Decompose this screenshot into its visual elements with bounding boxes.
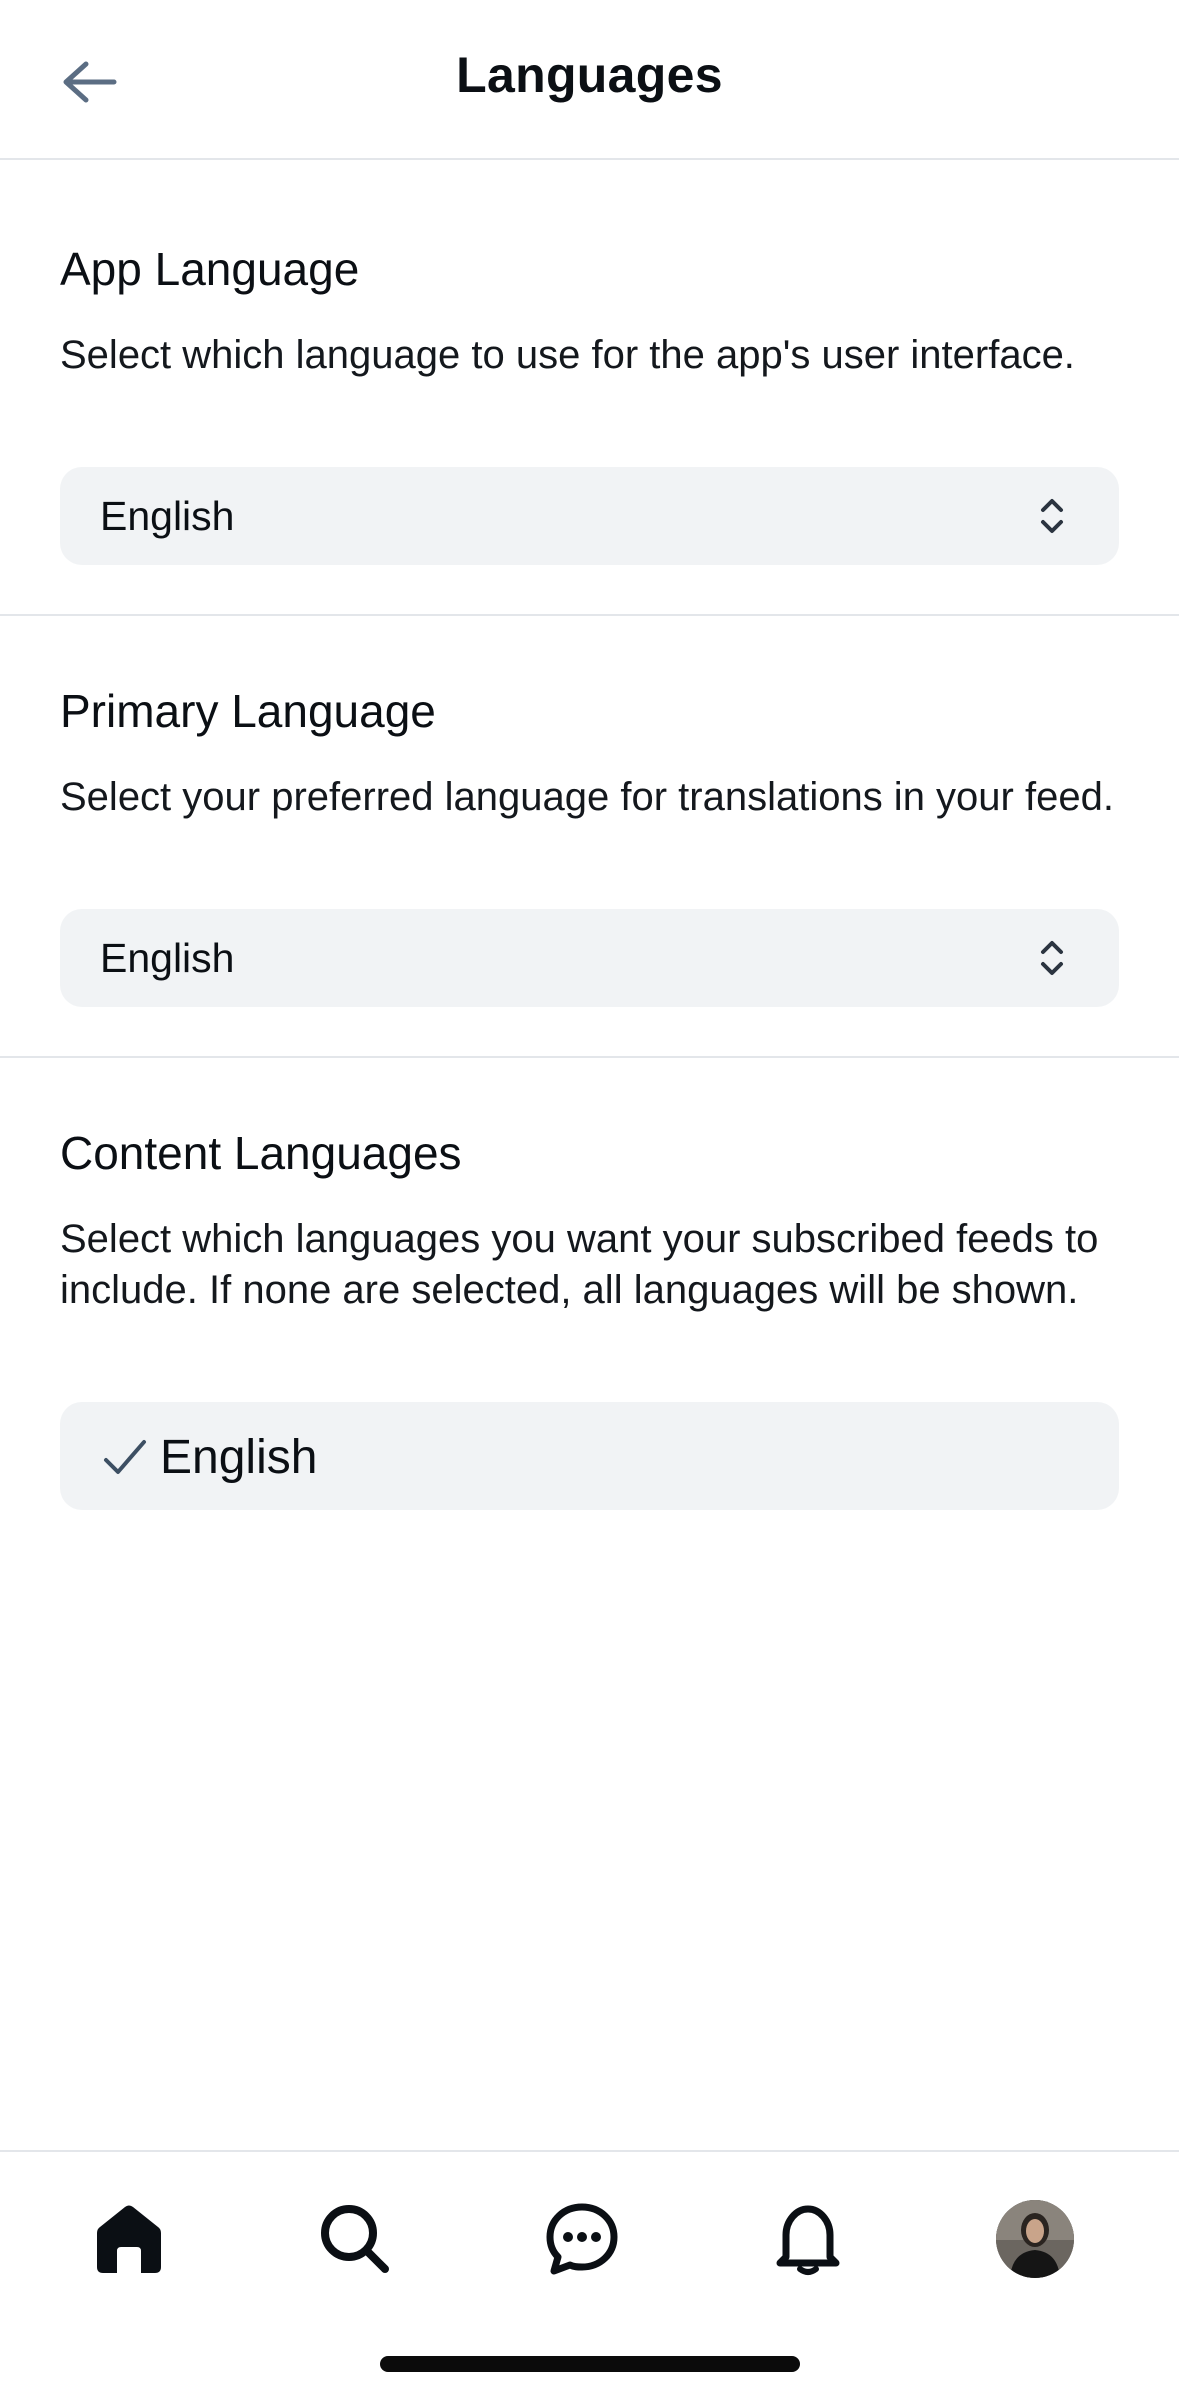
search-icon	[321, 2205, 389, 2273]
app-language-description: Select which language to use for the app…	[60, 333, 1075, 377]
chevron-up-down-icon	[1041, 499, 1063, 533]
primary-language-description: Select your preferred language for trans…	[60, 775, 1114, 819]
app-language-section: App Language Select which language to us…	[0, 160, 1179, 616]
app-language-title: App Language	[60, 243, 360, 295]
avatar	[996, 2200, 1074, 2278]
content-language-option-english[interactable]: English	[60, 1402, 1119, 1510]
home-indicator	[380, 2356, 800, 2372]
primary-language-title: Primary Language	[60, 685, 436, 737]
primary-language-select[interactable]: English	[60, 909, 1119, 1007]
app-language-value: English	[100, 493, 235, 539]
primary-language-value: English	[100, 935, 235, 981]
tab-search[interactable]	[310, 2194, 400, 2284]
tab-messages[interactable]	[537, 2194, 627, 2284]
content-languages-title: Content Languages	[60, 1127, 462, 1179]
tab-profile[interactable]	[990, 2194, 1080, 2284]
checkmark-icon	[104, 1440, 146, 1474]
tab-home[interactable]	[84, 2194, 174, 2284]
header: Languages	[0, 0, 1179, 160]
content-languages-description: Select which languages you want your sub…	[60, 1217, 1099, 1312]
content-language-label: English	[160, 1431, 318, 1484]
bell-icon	[776, 2205, 840, 2275]
primary-language-section: Primary Language Select your preferred l…	[0, 616, 1179, 1058]
page-title: Languages	[456, 47, 723, 103]
app-language-select[interactable]: English	[60, 467, 1119, 565]
content-languages-section: Content Languages Select which languages…	[0, 1058, 1179, 1518]
chevron-up-down-icon	[1041, 941, 1063, 975]
tab-notifications[interactable]	[763, 2194, 853, 2284]
chat-icon	[546, 2203, 618, 2275]
home-icon	[97, 2205, 161, 2273]
